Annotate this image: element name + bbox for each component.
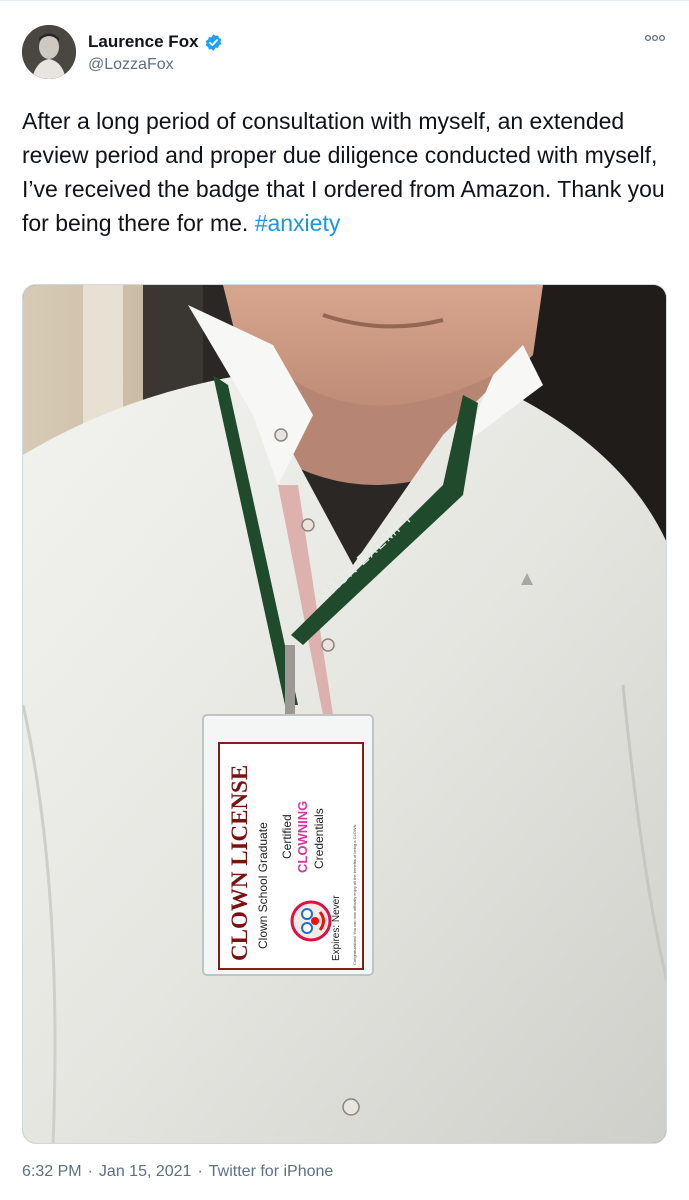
tweet-source[interactable]: Twitter for iPhone [209, 1163, 334, 1181]
badge-fine-print: Congratulations! You can now officially … [352, 824, 357, 965]
tweet-date[interactable]: Jan 15, 2021 [99, 1163, 192, 1181]
tweet-metadata: 6:32 PM · Jan 15, 2021 · Twitter for iPh… [22, 1163, 333, 1181]
tweet-body: After a long period of consultation with… [22, 108, 665, 236]
author-name-row: Laurence Fox [88, 32, 223, 52]
tweet-time[interactable]: 6:32 PM [22, 1163, 82, 1181]
clown-face-icon [290, 900, 332, 942]
hashtag-link[interactable]: #anxiety [255, 210, 341, 236]
separator: · [87, 1163, 93, 1180]
badge-line1: Certified [280, 814, 294, 859]
badge-line2: CLOWNING [295, 801, 310, 873]
avatar[interactable] [22, 25, 76, 79]
badge-expires: Expires: Never [331, 895, 342, 961]
tweet-text: After a long period of consultation with… [22, 104, 667, 240]
separator: · [197, 1163, 203, 1180]
avatar-image [22, 25, 76, 79]
badge-line3: Credentials [312, 808, 326, 869]
tweet-photo[interactable]: EXEMPTION MASK EXEMPT CLOWN LICENSE Clow… [22, 284, 667, 1144]
author-handle[interactable]: @LozzaFox [88, 56, 174, 74]
more-options-icon[interactable] [643, 31, 667, 45]
badge-title: CLOWN LICENSE [227, 765, 252, 961]
tweet-card: Laurence Fox @LozzaFox After a long peri… [0, 0, 689, 1200]
badge-subtitle: Clown School Graduate [256, 822, 270, 949]
author-display-name[interactable]: Laurence Fox [88, 32, 199, 52]
photo-scene: EXEMPTION MASK EXEMPT CLOWN LICENSE Clow… [23, 285, 666, 1143]
verified-badge-icon [204, 33, 223, 52]
